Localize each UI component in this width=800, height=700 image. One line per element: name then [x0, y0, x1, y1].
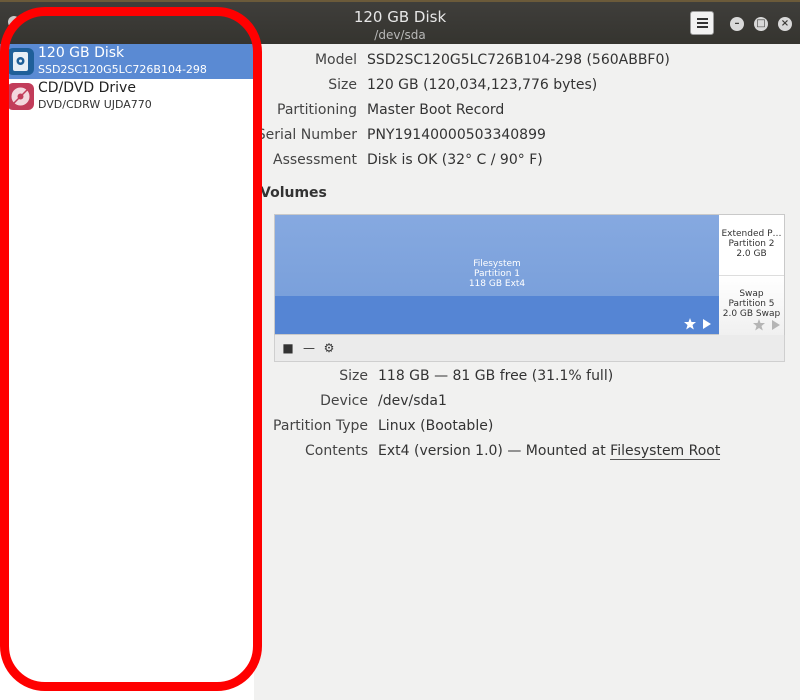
- device-label: Device: [320, 393, 368, 409]
- mounted-star-play-icon: [684, 318, 711, 330]
- device-value: /dev/sda1: [378, 393, 447, 409]
- volume-filesystem-partition-1[interactable]: Filesystem Partition 1 118 GB Ext4: [275, 215, 720, 334]
- gear-icon[interactable]: ⚙: [319, 338, 339, 358]
- filesystem-root-link[interactable]: Filesystem Root: [610, 443, 721, 460]
- serial-number-label: Serial Number: [256, 127, 357, 143]
- volume-line: 118 GB Ext4: [468, 279, 526, 289]
- partition-type-value: Linux (Bootable): [378, 418, 494, 434]
- partition-size-value: 118 GB — 81 GB free (31.1% full): [378, 368, 614, 384]
- partitioning-label: Partitioning: [277, 102, 357, 118]
- partition-size-label: Size: [339, 368, 368, 384]
- sidebar-item-120gb-disk[interactable]: 120 GB Disk SSD2SC120G5LC726B104-298: [0, 44, 254, 79]
- maximize-icon[interactable]: □: [754, 17, 768, 31]
- model-label: Model: [314, 52, 357, 68]
- volumes-heading: Volumes: [260, 185, 327, 201]
- sidebar-item-sublabel: DVD/CDRW UJDA770: [38, 98, 152, 111]
- volume-line: Extended P…: [721, 229, 782, 239]
- minus-icon[interactable]: —: [299, 338, 319, 358]
- volume-toolbar: ■ — ⚙: [274, 335, 785, 362]
- sidebar-item-sublabel: SSD2SC120G5LC726B104-298: [38, 63, 207, 76]
- stop-icon[interactable]: ■: [278, 338, 298, 358]
- partitioning-value: Master Boot Record: [367, 102, 505, 118]
- window-title: 120 GB Disk: [353, 8, 447, 26]
- sidebar-item-cd-dvd-drive[interactable]: CD/DVD Drive DVD/CDRW UJDA770: [0, 79, 254, 114]
- volume-line: 2.0 GB: [736, 249, 767, 259]
- optical-drive-icon: [7, 83, 34, 110]
- volume-line: Filesystem: [473, 259, 521, 269]
- volumes-graphic: Filesystem Partition 1 118 GB Ext4 Exten…: [274, 214, 785, 335]
- contents-label: Contents: [305, 443, 368, 459]
- title-bar: 120 GB Disk /dev/sda – □ ×: [0, 0, 800, 44]
- window-subtitle: /dev/sda: [374, 28, 426, 42]
- sidebar-item-label: 120 GB Disk: [38, 45, 125, 61]
- contents-text: Ext4 (version 1.0) — Mounted at: [378, 443, 611, 459]
- hamburger-menu-button[interactable]: [690, 11, 714, 35]
- volume-line: Partition 5: [728, 299, 775, 309]
- size-value: 120 GB (120,034,123,776 bytes): [367, 77, 598, 93]
- minimize-icon[interactable]: –: [730, 17, 744, 31]
- swap-star-play-icon: [753, 319, 780, 331]
- model-value: SSD2SC120G5LC726B104-298 (560ABBF0): [367, 52, 670, 68]
- volume-line: Partition 2: [728, 239, 775, 249]
- size-label: Size: [328, 77, 357, 93]
- disk-icon: [7, 48, 34, 75]
- serial-number-value: PNY19140000503340899: [367, 127, 546, 143]
- volume-line: Partition 1: [473, 269, 521, 279]
- assessment-label: Assessment: [273, 152, 357, 168]
- volume-line: Swap: [739, 289, 764, 299]
- volume-swap-partition-5[interactable]: Swap Partition 5 2.0 GB Swap: [719, 275, 784, 335]
- drive-sidebar: 120 GB Disk SSD2SC120G5LC726B104-298 CD/…: [0, 44, 255, 700]
- assessment-value: Disk is OK (32° C / 90° F): [367, 152, 543, 168]
- close-icon[interactable]: ×: [778, 17, 792, 31]
- partition-type-label: Partition Type: [273, 418, 368, 434]
- contents-value: Ext4 (version 1.0) — Mounted at Filesyst…: [378, 443, 721, 460]
- sidebar-item-label: CD/DVD Drive: [38, 80, 136, 96]
